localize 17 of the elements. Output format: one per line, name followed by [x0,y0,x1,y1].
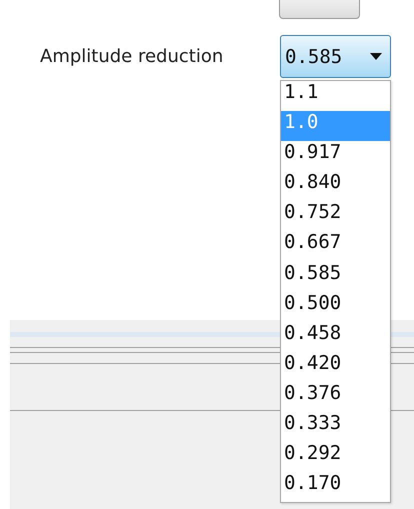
dropdown-option[interactable]: 0.333 [281,412,390,442]
dropdown-option[interactable]: 0.840 [281,171,390,202]
dropdown-option[interactable]: 0.420 [281,352,390,382]
dropdown-option[interactable]: 0.585 [281,262,390,292]
dropdown-option[interactable]: 0.917 [281,141,390,172]
dropdown[interactable]: 0.585 [280,35,391,78]
dropdown-option[interactable]: 0.170 [281,472,390,502]
dropdown-option[interactable]: 0.376 [281,382,390,412]
dropdown-option[interactable]: 0.667 [281,231,390,262]
dropdown-option[interactable]: 0.500 [281,292,390,322]
field-label: Amplitude reduction [40,46,224,67]
caret-icon [370,53,382,60]
button[interactable] [279,0,360,19]
dropdown-option[interactable]: 0.292 [281,442,390,472]
dropdown-option[interactable]: 1.1 [281,81,390,112]
dropdown-option[interactable]: 0.752 [281,201,390,232]
dropdown-option[interactable]: 0.458 [281,322,390,352]
